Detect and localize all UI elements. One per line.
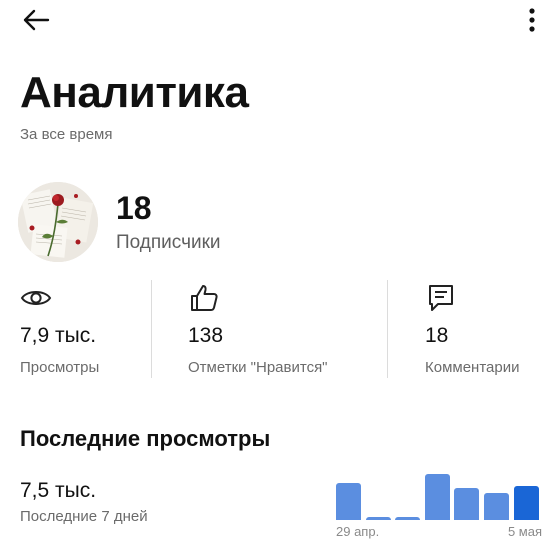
back-button[interactable] <box>18 4 54 36</box>
comment-icon <box>429 285 453 311</box>
comments-value: 18 <box>425 324 449 347</box>
recent-views-title: Последние просмотры <box>20 426 271 451</box>
chart-bar[interactable] <box>484 492 509 520</box>
more-options-button[interactable] <box>518 4 546 36</box>
chart-bar[interactable] <box>513 485 539 520</box>
profile-summary: 18 Подписчики <box>18 182 538 262</box>
recent-views-value: 7,5 тыс. <box>20 479 97 502</box>
avatar <box>18 182 98 262</box>
likes-label: Отметки "Нравится" <box>188 359 328 376</box>
more-vertical-icon <box>529 8 535 32</box>
divider <box>387 280 388 378</box>
thumbs-up-icon <box>191 285 218 311</box>
page-title: Аналитика <box>20 68 249 117</box>
stats-row: 7,9 тыс. Просмотры 138 Отметки "Нравится… <box>0 280 560 380</box>
x-tick-label: 29 апр. <box>336 524 380 539</box>
page-subtitle: За все время <box>20 126 113 143</box>
x-tick-label: 5 мая <box>507 524 542 539</box>
recent-views-period: Последние 7 дней <box>20 508 148 525</box>
views-label: Просмотры <box>20 359 100 376</box>
chart-bar[interactable] <box>365 516 391 520</box>
views-bar-chart[interactable]: 29 апр. 5 мая <box>334 460 544 550</box>
views-value: 7,9 тыс. <box>20 324 97 347</box>
top-bar <box>0 0 560 44</box>
comments-label: Комментарии <box>425 359 520 376</box>
subscribers-label: Подписчики <box>116 232 221 253</box>
chart-bar[interactable] <box>424 474 450 520</box>
subscribers-count: 18 <box>116 190 152 226</box>
chart-bar[interactable] <box>336 482 361 520</box>
arrow-left-icon <box>23 9 50 31</box>
chart-bar[interactable] <box>395 516 421 520</box>
divider <box>151 280 152 378</box>
rose-photo-image <box>18 182 98 262</box>
likes-value: 138 <box>188 324 224 347</box>
eye-icon <box>20 291 52 305</box>
chart-bar[interactable] <box>454 487 480 520</box>
